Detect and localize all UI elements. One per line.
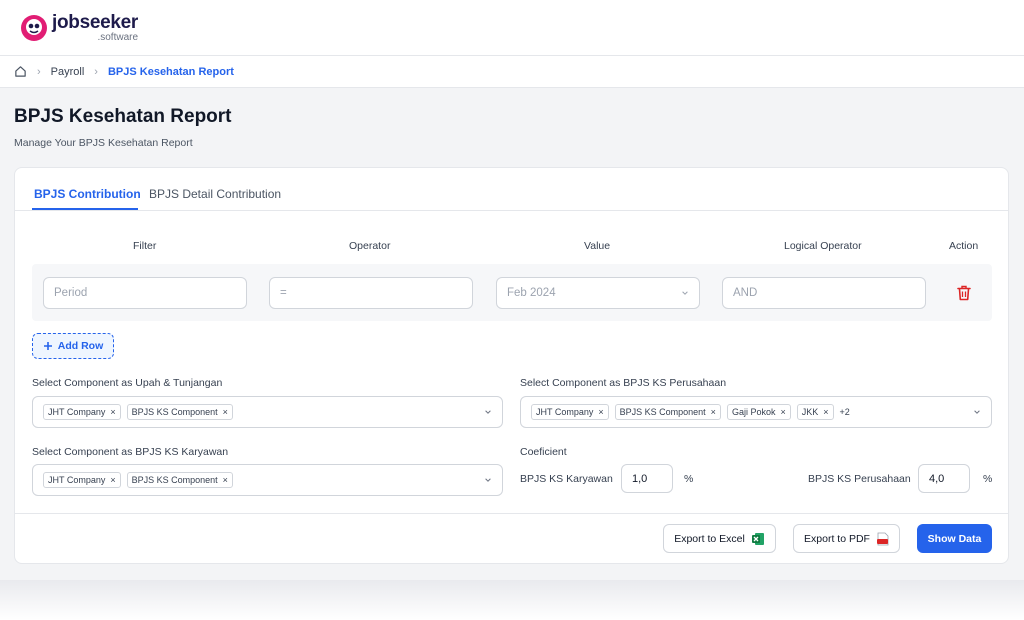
column-header-filter: Filter [133, 240, 157, 252]
export-excel-button[interactable]: Export to Excel [663, 524, 776, 553]
brand-name: jobseeker [52, 11, 139, 33]
remove-chip-icon[interactable]: × [223, 407, 228, 417]
active-tab-indicator [32, 208, 138, 210]
frame-shadow [0, 580, 1024, 620]
selected-chip: BPJS KS Component × [126, 404, 233, 420]
upah-tunjangan-label: Select Component as Upah & Tunjangan [32, 377, 223, 389]
chevron-down-icon [682, 291, 688, 295]
remove-chip-icon[interactable]: × [711, 407, 716, 417]
page-title: BPJS Kesehatan Report [14, 106, 232, 127]
add-row-button[interactable]: Add Row [32, 333, 114, 359]
breadcrumb-separator: › [37, 65, 41, 78]
chip-label: BPJS KS Component [131, 407, 218, 417]
brand-logo[interactable]: jobseeker .software [20, 13, 138, 43]
operator-placeholder: = [280, 287, 287, 299]
brand-sub: .software [97, 31, 139, 43]
bpjs-ks-karyawan-select[interactable]: JHT Company × BPJS KS Component × [32, 464, 503, 496]
remove-chip-icon[interactable]: × [823, 407, 828, 417]
column-header-logical-operator: Logical Operator [784, 240, 862, 252]
coef-perusahaan-value: 4,0 [929, 472, 945, 485]
selected-chip: BPJS KS Component × [126, 472, 233, 488]
tab-bpjs-contribution[interactable]: BPJS Contribution [34, 187, 141, 201]
trash-icon[interactable] [957, 285, 971, 301]
breadcrumb-payroll[interactable]: Payroll [51, 66, 85, 78]
add-row-label: Add Row [57, 340, 104, 352]
export-pdf-button[interactable]: Export to PDF [793, 524, 900, 553]
coef-karyawan-input[interactable]: 1,0 [621, 464, 673, 493]
chip-label: JHT Company [48, 407, 106, 417]
show-data-label: Show Data [927, 532, 982, 545]
selected-chip: JHT Company × [43, 404, 121, 420]
logical-operator-placeholder: AND [733, 287, 758, 299]
selected-chip: JKK × [796, 404, 834, 420]
chip-label: JKK [801, 407, 819, 417]
plus-icon [43, 342, 52, 350]
filter-placeholder: Period [54, 287, 88, 299]
selected-chip: JHT Company × [43, 472, 121, 488]
coef-perusahaan-input[interactable]: 4,0 [918, 464, 970, 493]
value-select[interactable]: Feb 2024 [496, 277, 700, 309]
breadcrumb-separator: › [94, 65, 98, 78]
remove-chip-icon[interactable]: × [598, 407, 603, 417]
pdf-icon [876, 532, 889, 545]
export-pdf-label: Export to PDF [804, 532, 870, 545]
coef-perusahaan-label: BPJS KS Perusahaan [808, 473, 911, 485]
coef-karyawan-unit: % [684, 473, 694, 485]
coeficient-label: Coeficient [520, 446, 567, 458]
coef-karyawan-label: BPJS KS Karyawan [520, 473, 613, 485]
chevron-down-icon [485, 410, 491, 414]
tab-bpjs-detail-contribution[interactable]: BPJS Detail Contribution [149, 187, 281, 201]
remove-chip-icon[interactable]: × [223, 475, 228, 485]
chip-label: Gaji Pokok [731, 407, 776, 417]
selected-chip: JHT Company × [531, 404, 609, 420]
logo-mark-icon [21, 14, 47, 41]
chevron-down-icon [485, 478, 491, 482]
chip-label: JHT Company [536, 407, 594, 417]
breadcrumb: › Payroll › BPJS Kesehatan Report [0, 56, 1024, 88]
excel-icon [751, 532, 764, 545]
bpjs-ks-perusahaan-label: Select Component as BPJS KS Perusahaan [520, 377, 727, 389]
coef-perusahaan-unit: % [983, 473, 993, 485]
breadcrumb-current: BPJS Kesehatan Report [107, 65, 234, 78]
home-icon[interactable] [14, 65, 27, 78]
tab-bar: BPJS Contribution BPJS Detail Contributi… [15, 168, 1008, 211]
chip-label: BPJS KS Component [131, 475, 218, 485]
selected-chip: Gaji Pokok × [726, 404, 791, 420]
bpjs-ks-perusahaan-select[interactable]: JHT Company × BPJS KS Component × Gaji Pok… [520, 396, 992, 428]
column-header-value: Value [584, 240, 611, 252]
chip-label: BPJS KS Component [619, 407, 706, 417]
chip-label: JHT Company [48, 475, 106, 485]
coef-karyawan-value: 1,0 [632, 472, 648, 485]
remove-chip-icon[interactable]: × [110, 407, 115, 417]
remove-chip-icon[interactable]: × [780, 407, 785, 417]
selected-chip: BPJS KS Component × [614, 404, 721, 420]
top-bar: jobseeker .software [0, 0, 1024, 56]
bpjs-ks-karyawan-label: Select Component as BPJS KS Karyawan [32, 446, 229, 458]
app-frame: jobseeker .software › Payroll › BPJS Kes… [0, 0, 1024, 580]
operator-field[interactable]: = [269, 277, 473, 309]
chevron-down-icon [974, 410, 980, 414]
remove-chip-icon[interactable]: × [110, 475, 115, 485]
column-header-action: Action [949, 240, 979, 252]
footer-divider [15, 513, 1008, 514]
value-selected: Feb 2024 [507, 287, 556, 299]
more-chips-count[interactable]: +2 [840, 407, 850, 417]
show-data-button[interactable]: Show Data [917, 524, 992, 553]
page-subtitle: Manage Your BPJS Kesehatan Report [14, 137, 193, 149]
logical-operator-field[interactable]: AND [722, 277, 926, 309]
filter-field[interactable]: Period [43, 277, 247, 309]
report-card: BPJS Contribution BPJS Detail Contributi… [14, 167, 1009, 564]
upah-tunjangan-select[interactable]: JHT Company × BPJS KS Component × [32, 396, 503, 428]
column-header-operator: Operator [349, 240, 391, 252]
export-excel-label: Export to Excel [674, 532, 745, 545]
